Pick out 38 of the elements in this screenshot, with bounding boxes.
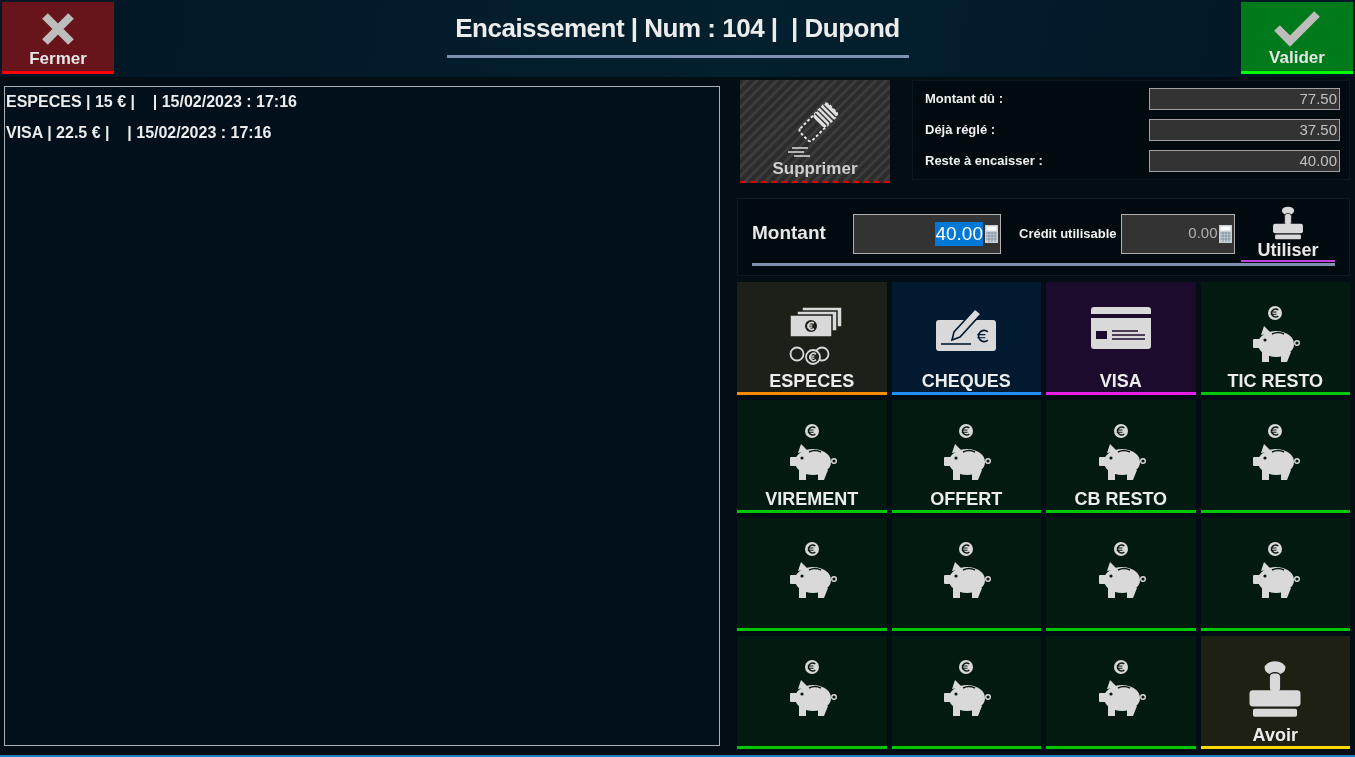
amount-label: Montant bbox=[752, 221, 827, 246]
payment-method-button[interactable]: VIREMENT bbox=[737, 400, 887, 513]
payment-method-button[interactable] bbox=[891, 518, 1041, 631]
payment-method-button[interactable]: TIC RESTO bbox=[1200, 282, 1350, 395]
window-title: Encaissement | Num : 104 | | Dupond bbox=[455, 12, 900, 44]
total-label: Reste à encaisser : bbox=[925, 152, 1043, 171]
total-field: 40.00 bbox=[1149, 150, 1340, 172]
payment-method-button[interactable]: ESPECES bbox=[737, 282, 887, 395]
checkmark-icon bbox=[1274, 11, 1320, 47]
stamp-icon bbox=[1271, 206, 1305, 240]
payment-method-button[interactable] bbox=[1046, 518, 1196, 631]
payment-method-button[interactable] bbox=[891, 636, 1041, 749]
payment-entry[interactable]: VISA | 22.5 € | | 15/02/2023 : 17:16 bbox=[6, 122, 272, 144]
total-field: 77.50 bbox=[1149, 88, 1340, 110]
total-field: 37.50 bbox=[1149, 119, 1340, 141]
credit-card-icon bbox=[1089, 306, 1152, 350]
calculator-icon bbox=[1218, 224, 1232, 243]
close-button[interactable]: Fermer bbox=[2, 2, 114, 74]
payment-method-button[interactable]: VISA bbox=[1046, 282, 1196, 395]
validate-button[interactable]: Valider bbox=[1241, 2, 1353, 74]
payment-method-button[interactable] bbox=[1046, 636, 1196, 749]
total-label: Montant dû : bbox=[925, 90, 1003, 109]
amount-value: 40.00 bbox=[935, 221, 983, 246]
payment-entry[interactable]: ESPECES | 15 € | | 15/02/2023 : 17:16 bbox=[6, 91, 297, 113]
payment-method-button[interactable]: CHEQUES bbox=[891, 282, 1041, 395]
credit-label: Crédit utilisable bbox=[1019, 224, 1117, 243]
payment-method-button[interactable] bbox=[737, 518, 887, 631]
payment-method-button[interactable] bbox=[1200, 518, 1350, 631]
payment-method-button[interactable]: Avoir bbox=[1200, 636, 1350, 749]
total-label: Déjà réglé : bbox=[925, 121, 996, 140]
payment-method-button[interactable] bbox=[1200, 400, 1350, 513]
payment-method-button[interactable]: CB RESTO bbox=[1046, 400, 1196, 513]
credit-field[interactable]: 0.00 bbox=[1120, 213, 1235, 254]
credit-value: 0.00 bbox=[1188, 223, 1218, 244]
amount-field[interactable]: 40.00 bbox=[853, 213, 1001, 254]
payment-method-button[interactable]: OFFERT bbox=[891, 400, 1041, 513]
calculator-icon bbox=[985, 224, 998, 243]
payment-method-button[interactable] bbox=[737, 636, 887, 749]
